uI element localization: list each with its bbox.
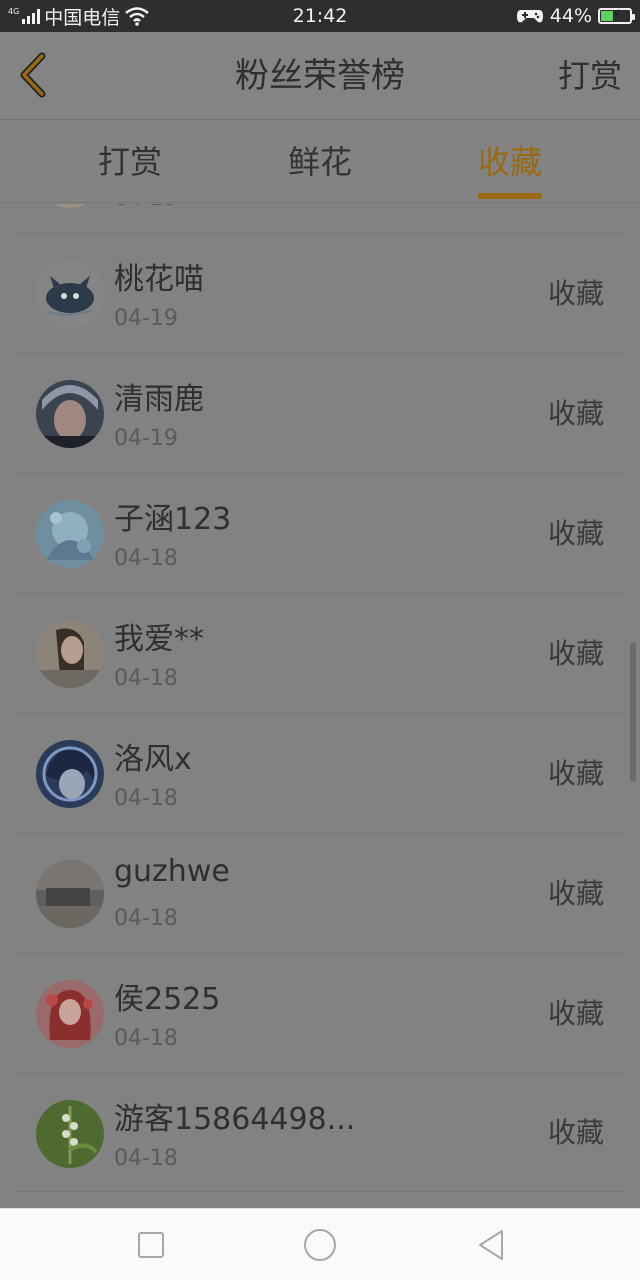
list-item-action: 收藏	[547, 277, 604, 310]
list-item-name: 子涵123	[114, 502, 232, 537]
list-item-name: 洛风x	[114, 742, 192, 777]
list-item-date: 04-19	[114, 426, 178, 451]
gamepad-icon	[516, 10, 543, 23]
list-item[interactable]: 侯2525 04-18 收藏	[18, 954, 622, 1074]
list-item-date: 04-19	[114, 306, 178, 331]
square-recents-icon[interactable]	[131, 1225, 171, 1265]
avatar	[36, 380, 104, 448]
avatar	[36, 980, 104, 1048]
tab-label: 收藏	[477, 143, 542, 181]
page-title: 粉丝荣誉榜	[235, 56, 405, 96]
list-item-action: 收藏	[547, 637, 604, 670]
list-item[interactable]: 桃花喵 04-19 收藏	[18, 234, 622, 354]
tab-bar: 打赏 鲜花 收藏	[0, 121, 640, 203]
avatar	[36, 1100, 104, 1168]
status-right: 44% ⚡	[516, 0, 635, 32]
list-item-name: 清雨鹿	[114, 382, 204, 417]
active-tab-indicator	[478, 193, 542, 199]
list-item-name: 我爱**	[114, 622, 204, 657]
triangle-back-icon[interactable]	[472, 1225, 512, 1265]
list-item[interactable]: 洛风x 04-18 收藏	[18, 714, 622, 834]
list-item-date: 04-18	[114, 906, 178, 931]
top-bar: 粉丝荣誉榜 打赏	[0, 32, 640, 120]
battery-percent: 44%	[549, 5, 592, 27]
list-item-action: 收藏	[547, 877, 604, 910]
list-item-name: guzhwe	[114, 854, 230, 889]
status-bar: 4G 中国电信 21:42 44% ⚡	[0, 0, 640, 32]
list-item-name: 桃花喵	[114, 262, 204, 297]
list-item[interactable]: 清雨鹿 04-19 收藏	[18, 354, 622, 474]
reward-button[interactable]: 打赏	[558, 32, 622, 120]
circle-home-icon[interactable]	[300, 1225, 340, 1265]
fan-list: 04-19 桃花喵 04-19 收藏 清雨鹿 04	[0, 204, 640, 1208]
system-nav-bar	[0, 1208, 640, 1280]
list-item-date: 04-18	[114, 666, 178, 691]
charging-bolt-icon: ⚡	[611, 7, 621, 23]
avatar	[36, 620, 104, 688]
tab-flowers[interactable]: 鲜花	[250, 121, 390, 203]
tab-label: 鲜花	[287, 143, 352, 181]
list-item[interactable]: guzhwe 04-18 收藏	[18, 834, 622, 954]
list-item-date: 04-19	[114, 204, 178, 211]
list-item-action: 收藏	[547, 1116, 604, 1149]
list-item-action: 收藏	[547, 997, 604, 1030]
list-item[interactable]: 子涵123 04-18 收藏	[18, 474, 622, 594]
scrollbar[interactable]	[630, 642, 636, 782]
tab-label: 打赏	[97, 143, 162, 181]
list-item-action: 收藏	[547, 757, 604, 790]
list-item-date: 04-18	[114, 546, 178, 571]
avatar	[36, 740, 104, 808]
list-item[interactable]: 我爱** 04-18 收藏	[18, 594, 622, 714]
list-item-name: 侯2525	[114, 982, 221, 1017]
avatar	[36, 500, 104, 568]
tab-reward[interactable]: 打赏	[60, 121, 200, 203]
avatar	[36, 204, 104, 208]
avatar	[36, 260, 104, 328]
avatar	[36, 860, 104, 928]
list-item-action: 收藏	[547, 517, 604, 550]
list-item[interactable]: 04-19	[18, 204, 622, 234]
battery-icon: ⚡	[598, 7, 635, 24]
tab-favorites[interactable]: 收藏	[440, 121, 580, 203]
list-item-name: 游客15864498...	[114, 1102, 356, 1137]
list-item[interactable]: 游客15864498... 04-18 收藏	[18, 1074, 622, 1192]
app-screen: 4G 中国电信 21:42 44% ⚡ 粉丝荣誉榜 打赏 打赏 鲜花 收藏 桃花…	[0, 0, 640, 1280]
list-item-date: 04-18	[114, 1146, 178, 1171]
list-item-date: 04-18	[114, 786, 178, 811]
list-item-action: 收藏	[547, 397, 604, 430]
list-item-date: 04-18	[114, 1026, 178, 1051]
